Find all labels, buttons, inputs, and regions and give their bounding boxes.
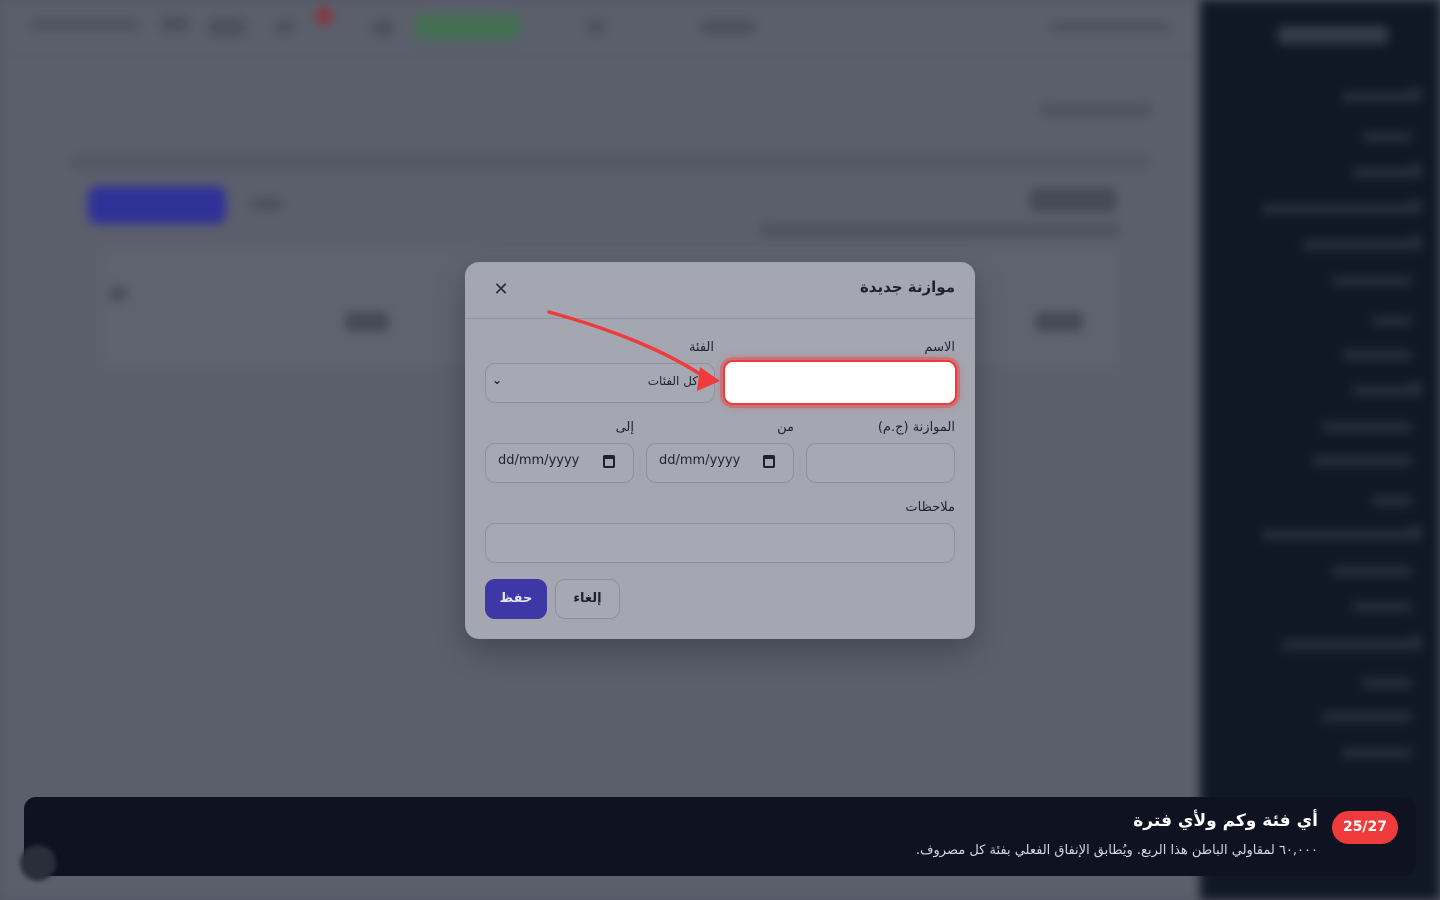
notes-label: ملاحظات [905,500,955,515]
name-label: الاسم [924,340,955,355]
new-budget-dialog: موازنة جديدة ✕ الاسم الفئة كل الفئات ⌄ ا… [465,262,975,639]
help-button[interactable] [20,845,56,881]
from-label: من [777,420,794,435]
chevron-down-icon: ⌄ [492,373,503,387]
calendar-icon[interactable] [603,455,615,468]
from-date-input[interactable]: dd/mm/yyyy [646,443,794,483]
category-select-value: كل الفئات [647,374,698,388]
name-input[interactable] [723,360,957,405]
cancel-button[interactable]: إلغاء [555,579,620,619]
budget-label: الموازنة (ج.م) [877,420,955,435]
dialog-header: موازنة جديدة ✕ [465,262,975,319]
tour-title: أي فئة وكم ولأي فترة [1133,811,1318,831]
save-button[interactable]: حفظ [485,579,547,619]
dialog-title: موازنة جديدة [859,278,955,296]
close-icon[interactable]: ✕ [491,280,511,300]
from-date-placeholder: dd/mm/yyyy [659,453,741,468]
category-select[interactable]: كل الفئات ⌄ [485,363,715,403]
notes-input[interactable] [485,523,955,563]
to-label: إلى [615,420,634,435]
tour-banner: 25/27 أي فئة وكم ولأي فترة ٦٠,٠٠٠ لمقاول… [24,797,1416,876]
tour-step-badge: 25/27 [1332,811,1398,844]
calendar-icon[interactable] [763,455,775,468]
to-date-placeholder: dd/mm/yyyy [498,453,580,468]
tour-description: ٦٠,٠٠٠ لمقاولي الباطن هذا الربع. ويُطابق… [915,843,1318,858]
to-date-input[interactable]: dd/mm/yyyy [485,443,634,483]
budget-input[interactable] [806,443,955,483]
category-label: الفئة [688,340,714,355]
